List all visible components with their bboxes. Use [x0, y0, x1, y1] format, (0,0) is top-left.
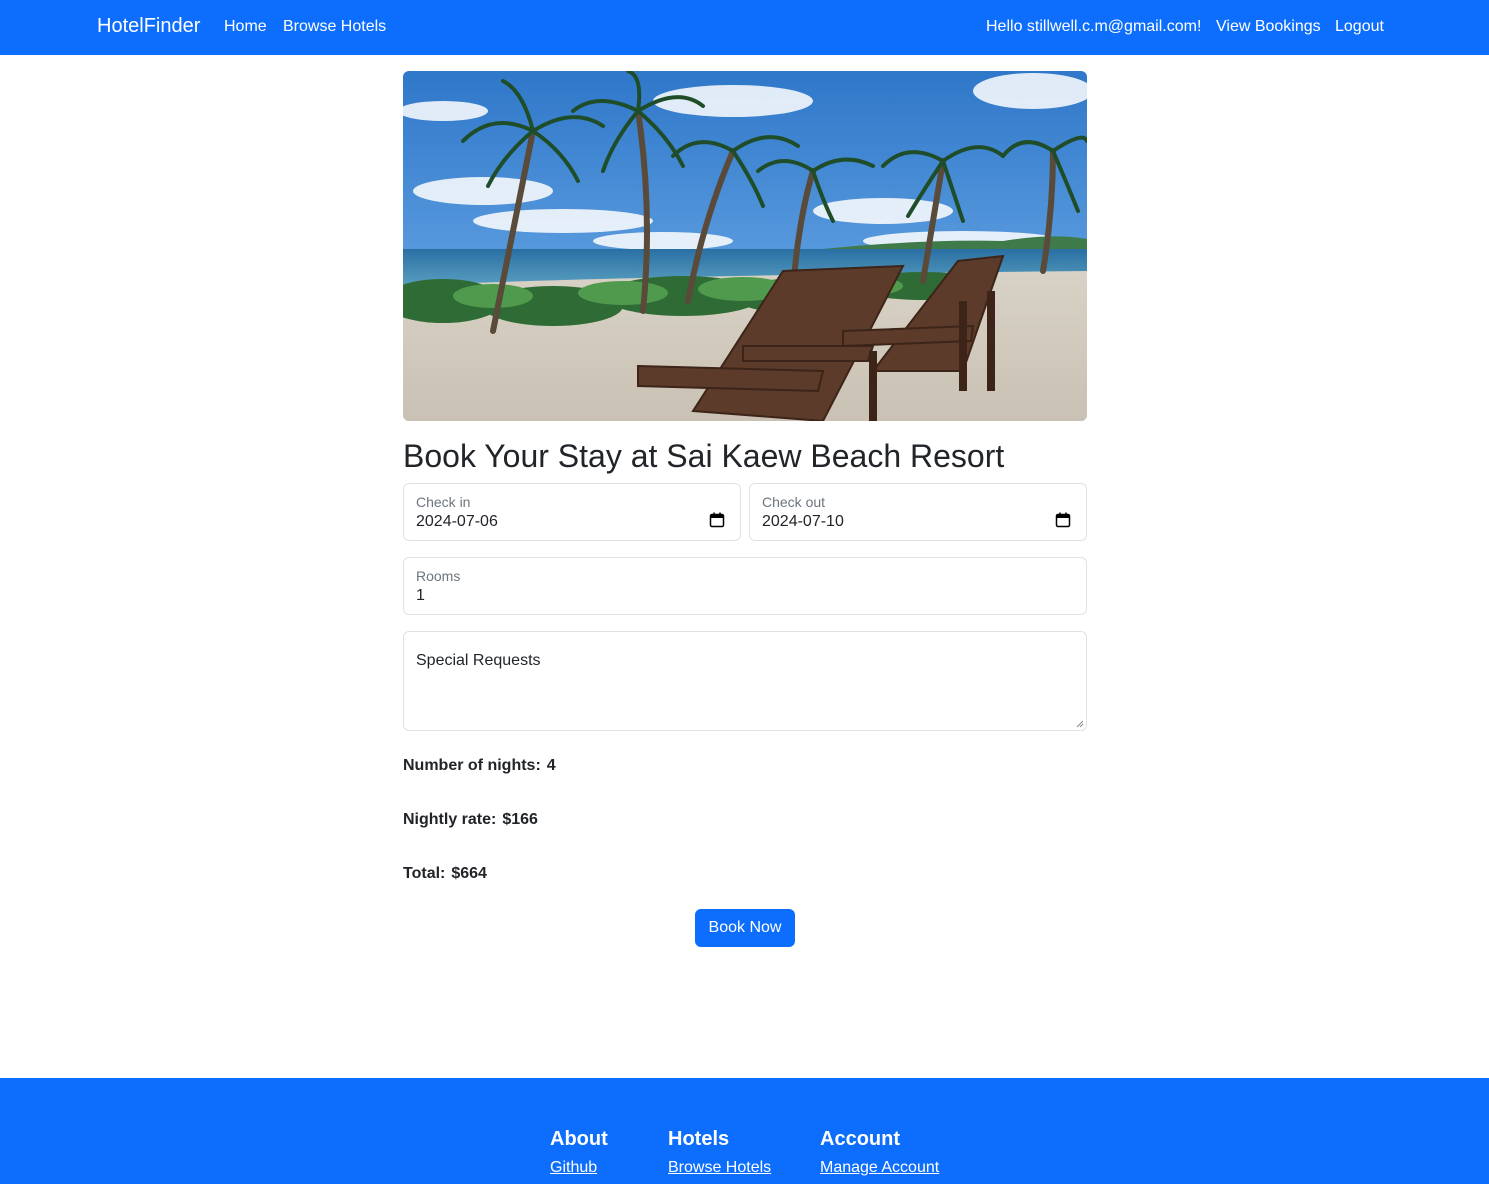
check-in-field[interactable]: Check in 2024-07-06 — [403, 483, 741, 541]
navbar: HotelFinder Home Browse Hotels Hello sti… — [0, 0, 1489, 55]
hotel-hero-image — [403, 71, 1087, 421]
total-summary: Total: $664 — [403, 865, 487, 883]
nights-summary: Number of nights: 4 — [403, 757, 556, 775]
page-title: Book Your Stay at Sai Kaew Beach Resort — [403, 438, 1005, 474]
check-in-label: Check in — [416, 494, 471, 510]
user-greeting: Hello stillwell.c.m@gmail.com! — [986, 18, 1202, 35]
check-out-label: Check out — [762, 494, 826, 510]
nav-home-link[interactable]: Home — [224, 18, 267, 36]
check-out-field[interactable]: Check out 2024-07-10 — [749, 483, 1087, 541]
rate-label: Nightly rate: — [403, 811, 497, 828]
nav-logout-link[interactable]: Logout — [1335, 18, 1384, 36]
book-now-button[interactable]: Book Now — [695, 909, 795, 947]
nights-value: 4 — [546, 757, 556, 774]
footer-about-heading: About — [550, 1128, 608, 1150]
footer-manage-account-link[interactable]: Manage Account — [820, 1159, 939, 1177]
nav-view-bookings-link[interactable]: View Bookings — [1216, 18, 1321, 36]
total-label: Total: — [403, 865, 446, 882]
check-in-value[interactable]: 2024-07-06 — [416, 513, 498, 531]
rooms-value[interactable]: 1 — [416, 587, 425, 605]
footer: About Github Hotels Browse Hotels Accoun… — [0, 1078, 1489, 1184]
nights-label: Number of nights: — [403, 757, 541, 774]
special-requests-textarea[interactable]: Special Requests — [403, 631, 1087, 731]
footer-account-column: Account Manage Account — [820, 1128, 939, 1177]
rooms-label: Rooms — [416, 568, 461, 584]
beach-scene-illustration — [403, 71, 1087, 421]
footer-hotels-heading: Hotels — [668, 1128, 730, 1150]
footer-hotels-column: Hotels Browse Hotels — [668, 1128, 771, 1177]
total-value: $664 — [451, 865, 487, 882]
rooms-field[interactable]: Rooms 1 — [403, 557, 1087, 615]
calendar-icon[interactable] — [1055, 512, 1071, 528]
special-requests-label: Special Requests — [416, 652, 541, 669]
rate-summary: Nightly rate: $166 — [403, 811, 538, 829]
calendar-icon[interactable] — [709, 512, 725, 528]
resize-grip-icon[interactable] — [1076, 720, 1084, 728]
brand-link[interactable]: HotelFinder — [97, 15, 200, 38]
check-out-value[interactable]: 2024-07-10 — [762, 513, 844, 531]
nav-browse-hotels-link[interactable]: Browse Hotels — [283, 18, 386, 36]
footer-account-heading: Account — [820, 1128, 900, 1150]
rate-value: $166 — [502, 811, 538, 828]
footer-about-column: About Github — [550, 1128, 608, 1177]
footer-github-link[interactable]: Github — [550, 1159, 608, 1177]
footer-browse-hotels-link[interactable]: Browse Hotels — [668, 1159, 771, 1177]
